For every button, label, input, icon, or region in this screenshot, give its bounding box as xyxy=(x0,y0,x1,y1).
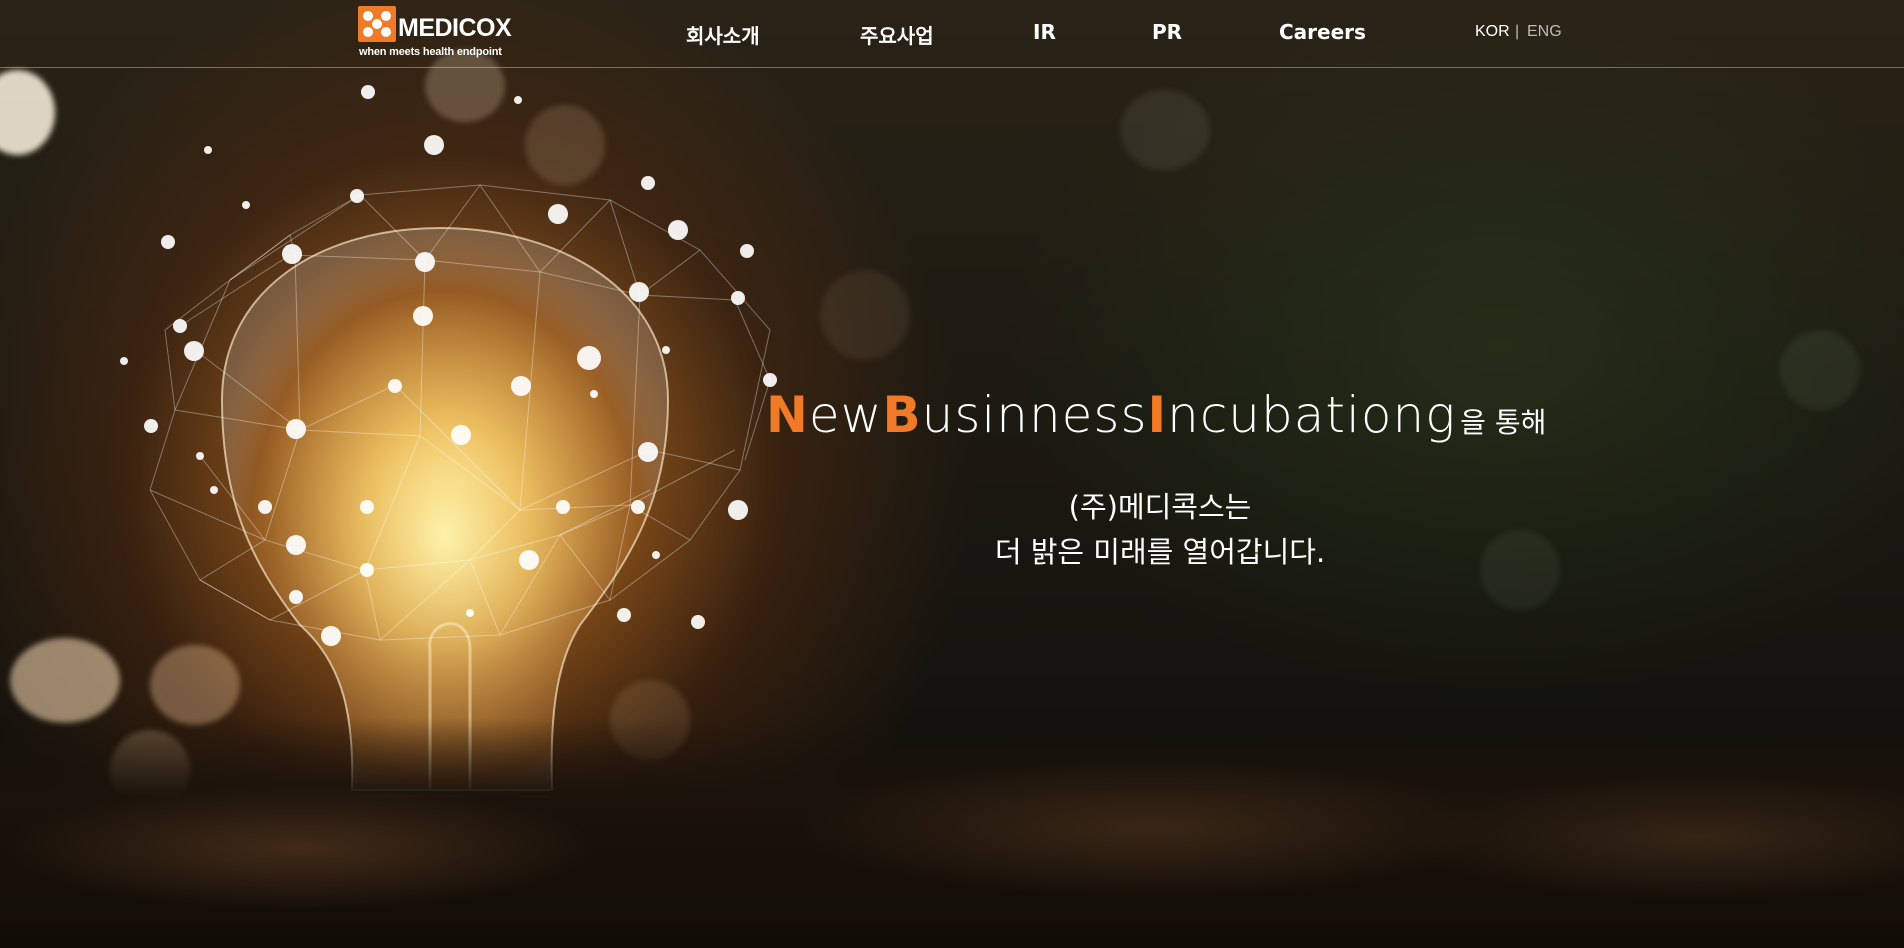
header-bar: MEDICOX when meets health endpoint 회사소개 … xyxy=(0,0,1904,68)
headline-b-cap: B xyxy=(882,386,922,444)
lang-eng[interactable]: ENG xyxy=(1527,23,1562,41)
hero-background xyxy=(0,0,1904,948)
headline-i-rest: ncubationg xyxy=(1167,386,1457,444)
lang-separator: | xyxy=(1515,23,1520,40)
hero-subtitle-line1: (주)메디콕스는 xyxy=(1068,490,1252,524)
headline-b-rest: usinness xyxy=(921,386,1148,444)
headline-n-cap: N xyxy=(766,386,809,444)
hero-headline: NewBusinnessIncubationg 을 통해 xyxy=(766,386,1546,444)
headline-i-cap: I xyxy=(1147,386,1168,444)
logo-mark-icon xyxy=(358,6,396,42)
logo-tagline: when meets health endpoint xyxy=(359,46,502,58)
nav-ir[interactable]: IR xyxy=(1033,20,1056,44)
soil-ground xyxy=(0,718,1904,948)
nav-careers[interactable]: Careers xyxy=(1279,20,1366,44)
logo[interactable]: MEDICOX when meets health endpoint xyxy=(358,4,512,60)
headline-suffix: 을 통해 xyxy=(1460,406,1547,439)
headline-n-rest: ew xyxy=(808,386,883,444)
nav-company[interactable]: 회사소개 xyxy=(686,20,760,49)
nav-business[interactable]: 주요사업 xyxy=(860,20,934,49)
logo-text: MEDICOX xyxy=(398,14,512,42)
hero-subtitle-line2: 더 밝은 미래를 열어갑니다. xyxy=(994,535,1326,569)
lang-kor[interactable]: KOR xyxy=(1475,23,1510,41)
nav-pr[interactable]: PR xyxy=(1152,20,1182,44)
